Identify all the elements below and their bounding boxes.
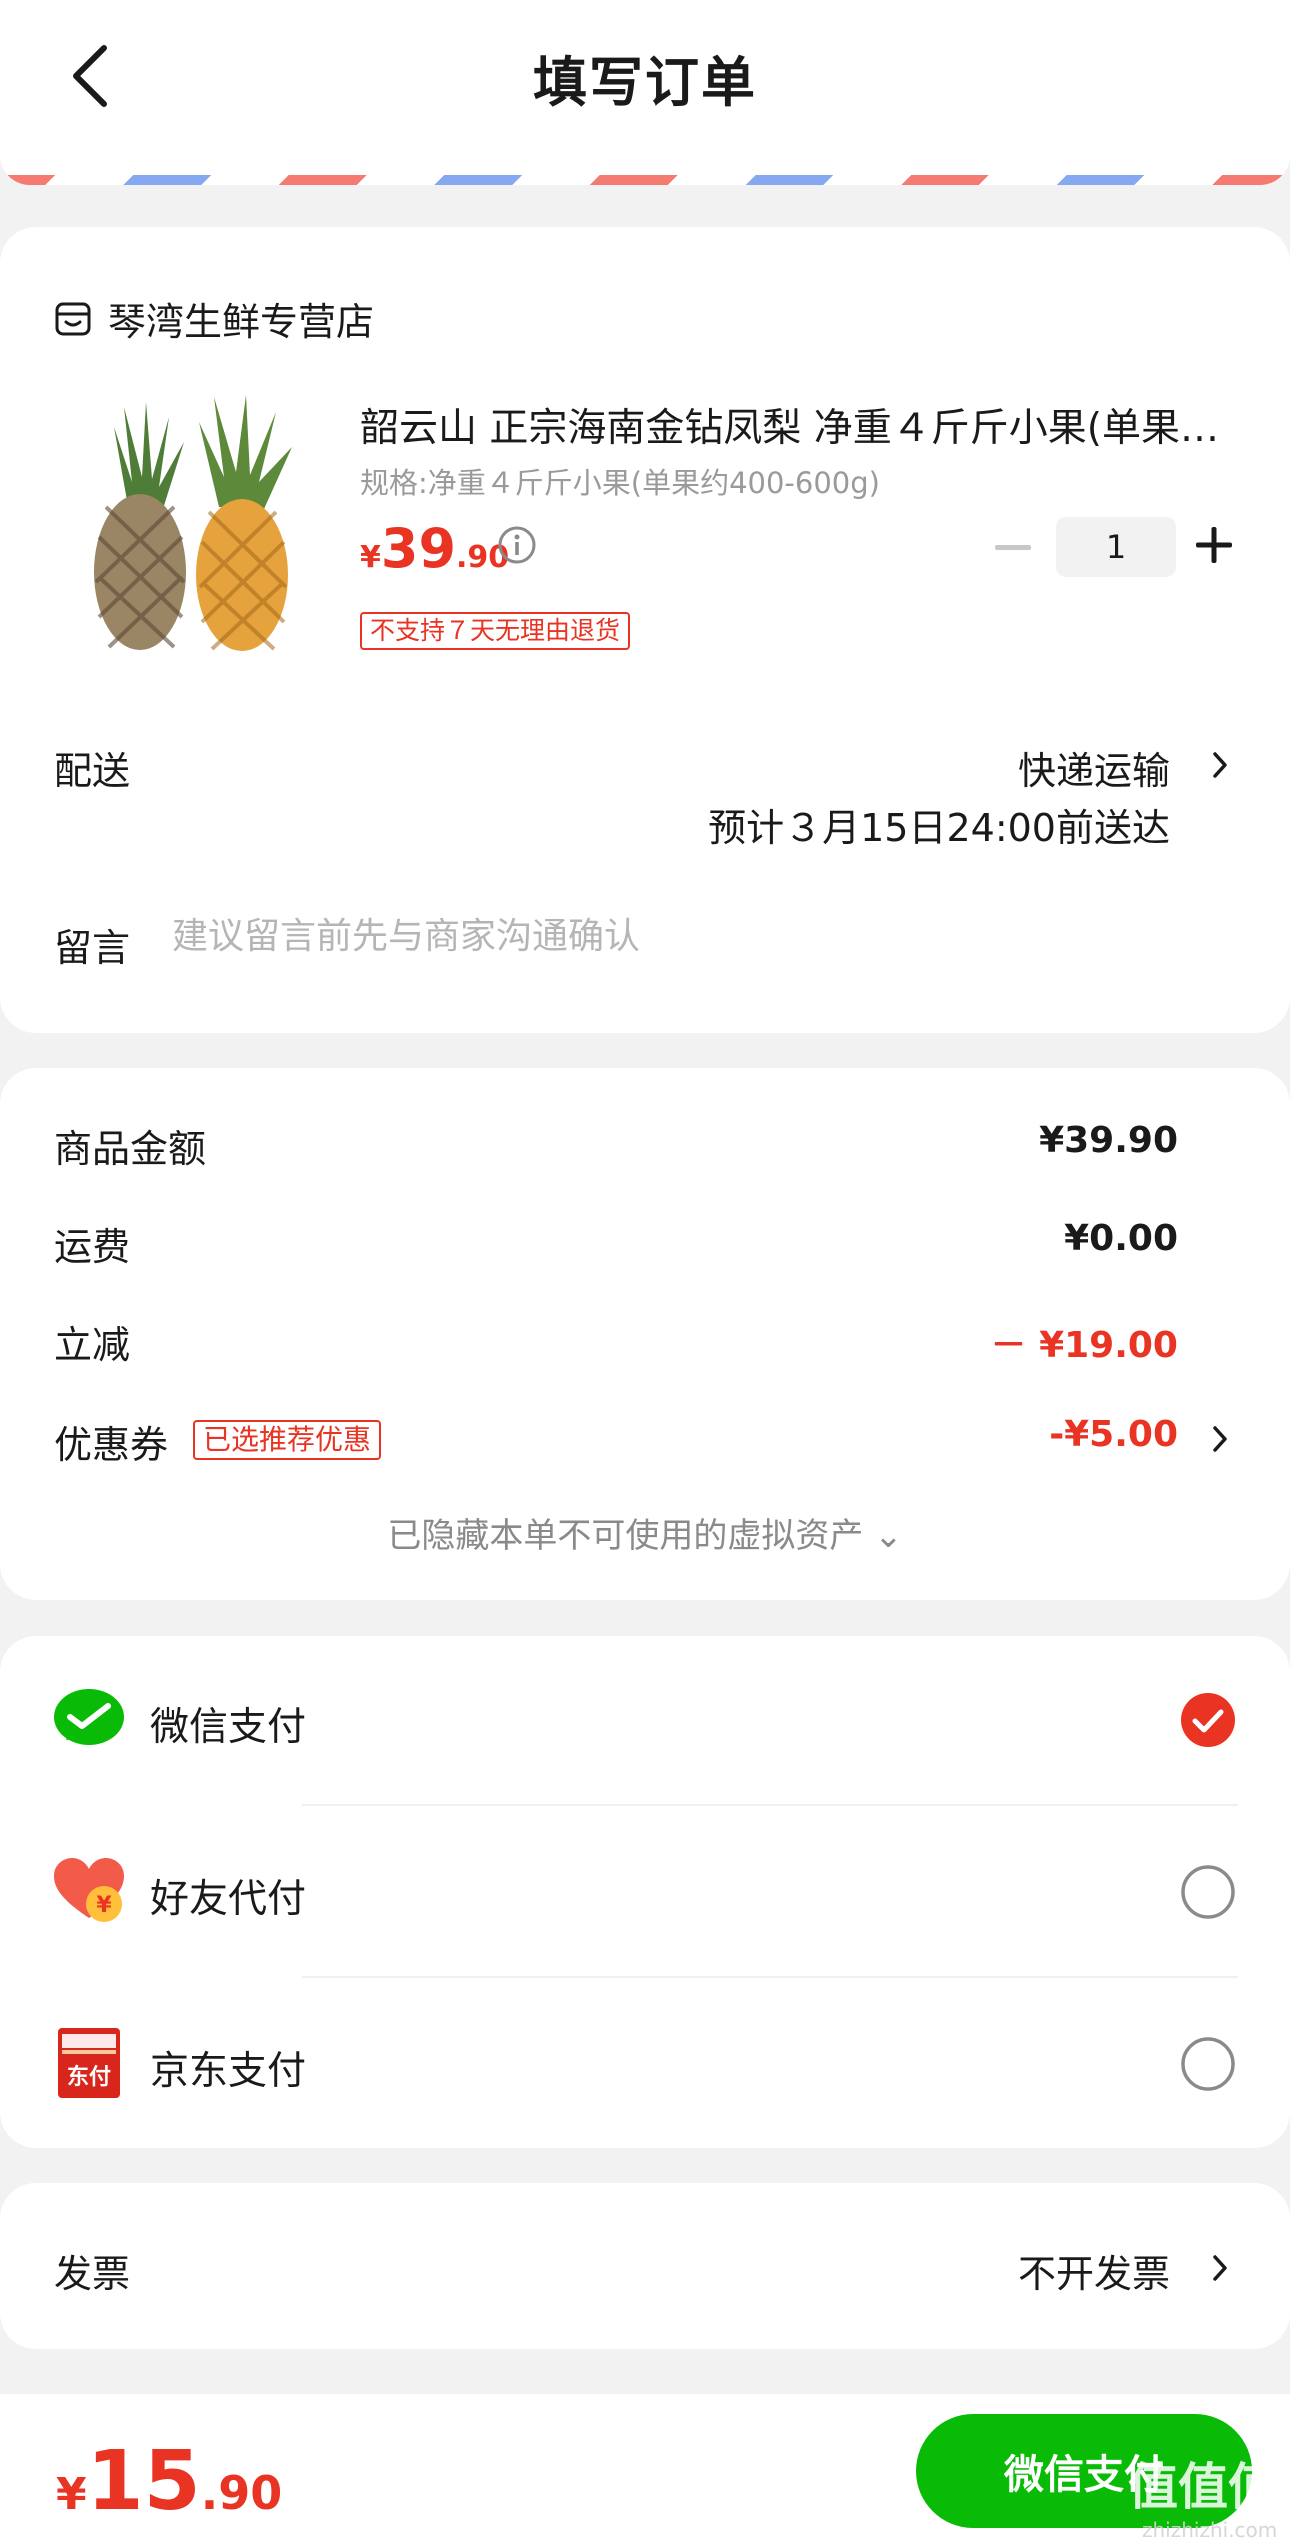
remark-input[interactable] xyxy=(172,903,1232,969)
watermark-url: zhizhizhi.com xyxy=(1142,2518,1278,2542)
payment-method-card: 微信支付 ¥ 好友代付 东付 京东支付 xyxy=(0,1636,1290,2148)
total-price: ¥ 15 .90 xyxy=(56,2434,282,2529)
payment-option-jd[interactable]: 东付 京东支付 xyxy=(0,1980,1290,2150)
price-integer: 39 xyxy=(380,517,457,580)
price-currency: ¥ xyxy=(360,540,381,575)
coupon-value[interactable]: -¥5.00 xyxy=(1049,1414,1178,1455)
product-price: ¥ 39 .90 xyxy=(360,517,509,580)
top-header: 填写订单 xyxy=(0,0,1290,185)
payment-option-wechat[interactable]: 微信支付 xyxy=(0,1636,1290,1806)
shop-header[interactable]: 琴湾生鲜专营店 xyxy=(54,291,374,346)
discount-label: 立减 xyxy=(54,1323,131,1367)
product-title[interactable]: 韶云山 正宗海南金钻凤梨 净重４斤斤小果(单果约400-600g) xyxy=(360,397,1240,453)
total-currency: ¥ xyxy=(56,2469,87,2520)
invoice-label: 发票 xyxy=(54,2252,131,2296)
divider xyxy=(302,1976,1238,1978)
quantity-decrease-button[interactable] xyxy=(995,545,1031,551)
total-decimal: .90 xyxy=(200,2466,283,2520)
jd-pay-icon: 东付 xyxy=(58,2028,120,2098)
delivery-eta: 预计３月15日24:00前送达 xyxy=(708,806,1170,850)
info-icon[interactable] xyxy=(497,525,537,565)
invoice-card[interactable]: 发票 不开发票 xyxy=(0,2183,1290,2349)
total-integer: 15 xyxy=(86,2434,201,2529)
remark-label: 留言 xyxy=(54,926,131,970)
chevron-right-icon[interactable] xyxy=(1210,2251,1230,2285)
goods-amount-label: 商品金额 xyxy=(54,1127,207,1171)
radio-checked-icon[interactable] xyxy=(1180,1692,1236,1748)
goods-amount-value: ¥39.90 xyxy=(1039,1120,1178,1161)
invoice-value[interactable]: 不开发票 xyxy=(1018,2243,1170,2298)
delivery-label: 配送 xyxy=(54,749,131,793)
payment-option-friend[interactable]: ¥ 好友代付 xyxy=(0,1808,1290,1978)
payment-label: 京东支付 xyxy=(150,2049,307,2094)
price-summary-card: 商品金额 ¥39.90 运费 ¥0.00 立减 － ¥19.00 优惠券 已选推… xyxy=(0,1068,1290,1600)
friend-pay-icon: ¥ xyxy=(54,1858,124,1922)
store-icon xyxy=(55,302,91,335)
quantity-value[interactable]: 1 xyxy=(1056,517,1176,577)
checkout-bar: ¥ 15 .90 微信支付 xyxy=(0,2394,1290,2546)
wechat-pay-icon xyxy=(54,1689,124,1745)
hidden-assets-toggle[interactable]: 已隐藏本单不可使用的虚拟资产 ⌄ xyxy=(0,1508,1290,1557)
coupon-tag[interactable]: 已选推荐优惠 xyxy=(193,1420,382,1460)
svg-text:¥: ¥ xyxy=(96,1893,112,1918)
shop-name: 琴湾生鲜专营店 xyxy=(108,300,375,344)
chevron-right-icon[interactable] xyxy=(1210,1422,1230,1456)
radio-unchecked-icon[interactable] xyxy=(1180,2036,1236,2092)
quantity-increase-button[interactable] xyxy=(1196,527,1232,563)
return-policy-tag: 不支持７天无理由退货 xyxy=(360,612,631,650)
shipping-value: ¥0.00 xyxy=(1064,1218,1178,1259)
order-item-card: 琴湾生鲜专营店 韶云山 正宗海南金钻凤梨 净重４斤斤小果(单果约400-600g… xyxy=(0,227,1290,1033)
page-title: 填写订单 xyxy=(533,51,757,114)
delivery-method[interactable]: 快递运输 xyxy=(1018,740,1170,795)
airmail-border-decoration xyxy=(0,175,1290,185)
product-image[interactable] xyxy=(54,387,312,657)
coupon-label[interactable]: 优惠券 xyxy=(54,1414,168,1469)
shipping-label: 运费 xyxy=(54,1225,131,1269)
payment-label: 好友代付 xyxy=(150,1877,307,1922)
discount-value: － ¥19.00 xyxy=(990,1325,1178,1366)
chevron-right-icon[interactable] xyxy=(1210,748,1230,782)
svg-text:东付: 东付 xyxy=(67,2064,111,2090)
payment-label: 微信支付 xyxy=(150,1705,307,1750)
radio-unchecked-icon[interactable] xyxy=(1180,1864,1236,1920)
divider xyxy=(302,1804,1238,1806)
product-spec: 规格:净重４斤斤小果(单果约400-600g) xyxy=(360,466,880,500)
